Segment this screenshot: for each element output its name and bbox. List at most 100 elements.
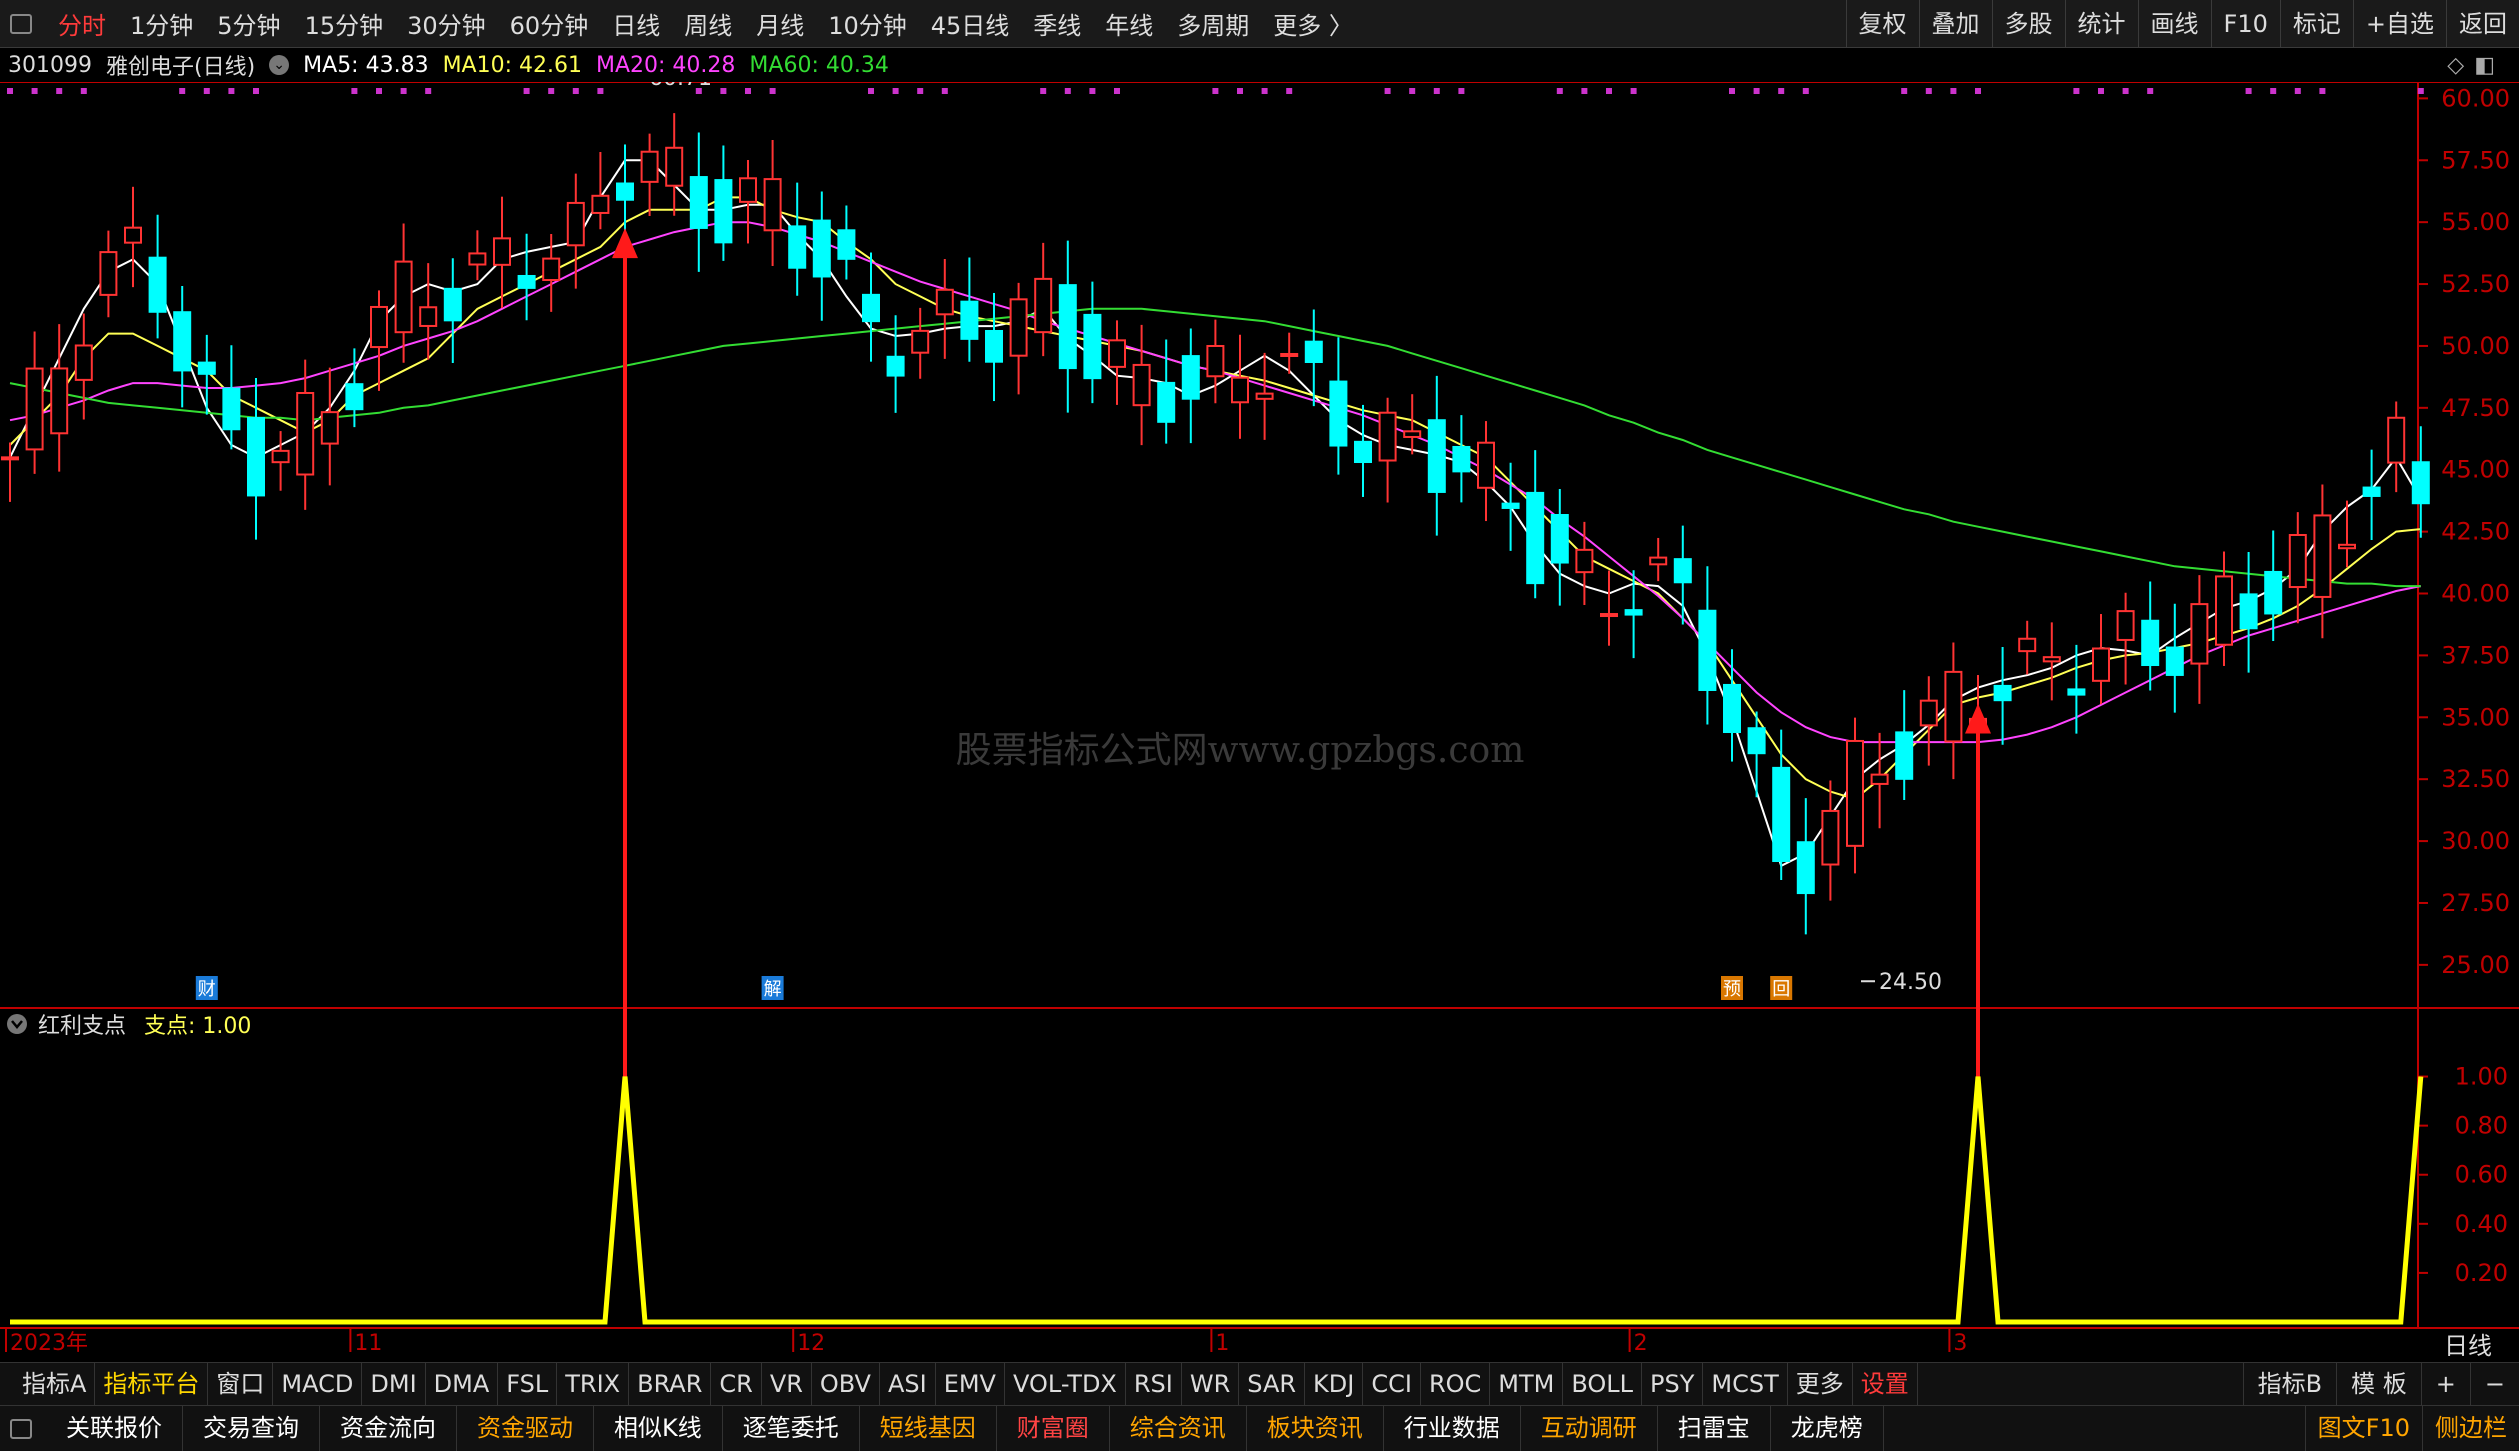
indicator-tab[interactable]: EMV — [936, 1362, 1005, 1406]
indicator-tool-button[interactable]: − — [2469, 1362, 2519, 1406]
price-annotation: 60.71 — [649, 82, 712, 91]
toolbar-button[interactable]: 复权 — [1845, 0, 1919, 48]
bottom-link[interactable]: 财富圈 — [997, 1406, 1110, 1451]
period-tab[interactable]: 5分钟 — [205, 6, 292, 41]
bottom-link[interactable]: 交易查询 — [183, 1406, 320, 1451]
bottom-link[interactable]: 相似K线 — [594, 1406, 723, 1451]
period-tab[interactable]: 日线 — [600, 6, 672, 41]
bottom-link[interactable]: 资金驱动 — [457, 1406, 594, 1451]
indicator-tab[interactable]: MCST — [1703, 1362, 1788, 1406]
event-marker-label: 回 — [1772, 979, 1790, 1000]
candle-body — [1206, 344, 1225, 378]
candle-body — [1993, 684, 2012, 702]
period-tab[interactable]: 更多 〉 — [1261, 6, 1365, 41]
period-tab[interactable]: 季线 — [1021, 6, 1093, 41]
panel-toggle-icon[interactable]: ◧ — [2474, 53, 2495, 78]
indicator-tab[interactable]: VOL-TDX — [1005, 1362, 1126, 1406]
period-tab[interactable]: 45日线 — [919, 6, 1022, 41]
window-menu-icon[interactable] — [10, 13, 32, 34]
indicator-tab[interactable]: BRAR — [629, 1362, 712, 1406]
stock-name[interactable]: 雅创电子(日线) — [106, 49, 255, 81]
indicator-tab[interactable]: TRIX — [557, 1362, 630, 1406]
indicator-tab[interactable]: 更多 — [1788, 1362, 1853, 1406]
signal-dot — [179, 88, 186, 94]
signal-dot — [1089, 88, 1096, 94]
indicator-tick-label: 0.80 — [2455, 1112, 2508, 1140]
bottom-right-button[interactable]: 图文F10 — [2304, 1406, 2422, 1451]
indicator-tab[interactable]: RSI — [1126, 1362, 1182, 1406]
indicator-tab[interactable]: MTM — [1490, 1362, 1564, 1406]
toolbar-button[interactable]: 统计 — [2064, 0, 2138, 48]
indicator-tab[interactable]: DMI — [362, 1362, 426, 1406]
indicator-tab[interactable]: PSY — [1642, 1362, 1704, 1406]
kline-chart[interactable]: 股票指标公式网www.gpzbgs.com 60.00 57.50 55.00 52.… — [0, 82, 2519, 1362]
bottom-link[interactable]: 互动调研 — [1521, 1406, 1658, 1451]
bottom-right-button[interactable]: 侧边栏 — [2422, 1406, 2519, 1451]
panel-menu-icon[interactable] — [10, 1418, 32, 1439]
indicator-tab[interactable]: WR — [1182, 1362, 1240, 1406]
candle-body — [1304, 340, 1323, 363]
signal-dot — [7, 88, 13, 94]
signal-dot — [1556, 88, 1563, 94]
indicator-tab[interactable]: DMA — [426, 1362, 499, 1406]
candle-body — [345, 383, 364, 411]
indicator-tab[interactable]: ASI — [880, 1362, 936, 1406]
indicator-tab[interactable]: 指标A — [14, 1362, 96, 1406]
signal-dot — [2294, 88, 2301, 94]
candle-body — [1403, 430, 1422, 438]
toolbar-button[interactable]: +自选 — [2352, 0, 2446, 48]
bottom-link[interactable]: 综合资讯 — [1110, 1406, 1247, 1451]
bottom-link[interactable]: 资金流向 — [320, 1406, 457, 1451]
bottom-link[interactable]: 行业数据 — [1384, 1406, 1521, 1451]
bottom-link[interactable]: 逐笔委托 — [723, 1406, 860, 1451]
bottom-link[interactable]: 关联报价 — [46, 1406, 183, 1451]
candle-body — [566, 201, 585, 247]
indicator-tab[interactable]: OBV — [812, 1362, 880, 1406]
candle-body — [911, 329, 930, 354]
period-tab[interactable]: 10分钟 — [816, 6, 919, 41]
bottom-link[interactable]: 短线基因 — [860, 1406, 997, 1451]
bottom-link-list: 关联报价 交易查询 资金流向 资金驱动 相似K线 逐笔委托 短线基因 财富圈 综合资讯 板块资讯行… — [46, 1406, 1884, 1451]
period-tab[interactable]: 月线 — [744, 6, 816, 41]
period-tab[interactable]: 60分钟 — [498, 6, 601, 41]
indicator-name[interactable]: 红利支点 — [38, 1014, 126, 1039]
indicator-tab[interactable]: 设置 — [1853, 1362, 1918, 1406]
toolbar-button[interactable]: 叠加 — [1918, 0, 1992, 48]
indicator-tab[interactable]: 窗口 — [208, 1362, 274, 1406]
period-tab[interactable]: 15分钟 — [293, 6, 396, 41]
candle-body — [1919, 699, 1938, 727]
indicator-tab[interactable]: BOLL — [1563, 1362, 1643, 1406]
indicator-tab[interactable]: ROC — [1421, 1362, 1491, 1406]
period-tab[interactable]: 年线 — [1093, 6, 1165, 41]
bottom-link[interactable]: 板块资讯 — [1247, 1406, 1384, 1451]
indicator-tab[interactable]: VR — [762, 1362, 812, 1406]
signal-dot — [1433, 88, 1440, 94]
indicator-tool-button[interactable]: 指标B — [2242, 1362, 2336, 1406]
toolbar-button[interactable]: 返回 — [2446, 0, 2519, 48]
signal-dot — [1286, 88, 1293, 94]
period-tab[interactable]: 1分钟 — [118, 6, 205, 41]
toolbar-button[interactable]: F10 — [2210, 0, 2280, 48]
indicator-tab[interactable]: CCI — [1363, 1362, 1421, 1406]
period-tab[interactable]: 分时 — [46, 6, 118, 41]
bottom-link[interactable]: 扫雷宝 — [1658, 1406, 1771, 1451]
indicator-tab[interactable]: CR — [711, 1362, 762, 1406]
indicator-tab[interactable]: SAR — [1239, 1362, 1306, 1406]
toolbar-button[interactable]: 标记 — [2279, 0, 2353, 48]
indicator-tool-button[interactable]: 模 板 — [2336, 1362, 2421, 1406]
indicator-tab[interactable]: MACD — [273, 1362, 363, 1406]
candle-body — [2116, 610, 2135, 641]
period-tab[interactable]: 周线 — [672, 6, 744, 41]
ma-dropdown-icon[interactable]: ⌄ — [269, 55, 290, 75]
toolbar-button[interactable]: 画线 — [2137, 0, 2211, 48]
period-tab[interactable]: 多周期 — [1165, 6, 1261, 41]
indicator-tab[interactable]: FSL — [498, 1362, 558, 1406]
indicator-dropdown-icon[interactable] — [7, 1014, 27, 1034]
bottom-link[interactable]: 龙虎榜 — [1771, 1406, 1884, 1451]
indicator-tab[interactable]: 指标平台 — [95, 1362, 209, 1406]
indicator-tab[interactable]: KDJ — [1305, 1362, 1364, 1406]
diamond-icon[interactable]: ◇ — [2447, 53, 2464, 78]
indicator-tool-button[interactable]: + — [2420, 1362, 2470, 1406]
period-tab[interactable]: 30分钟 — [395, 6, 498, 41]
toolbar-button[interactable]: 多股 — [1991, 0, 2065, 48]
